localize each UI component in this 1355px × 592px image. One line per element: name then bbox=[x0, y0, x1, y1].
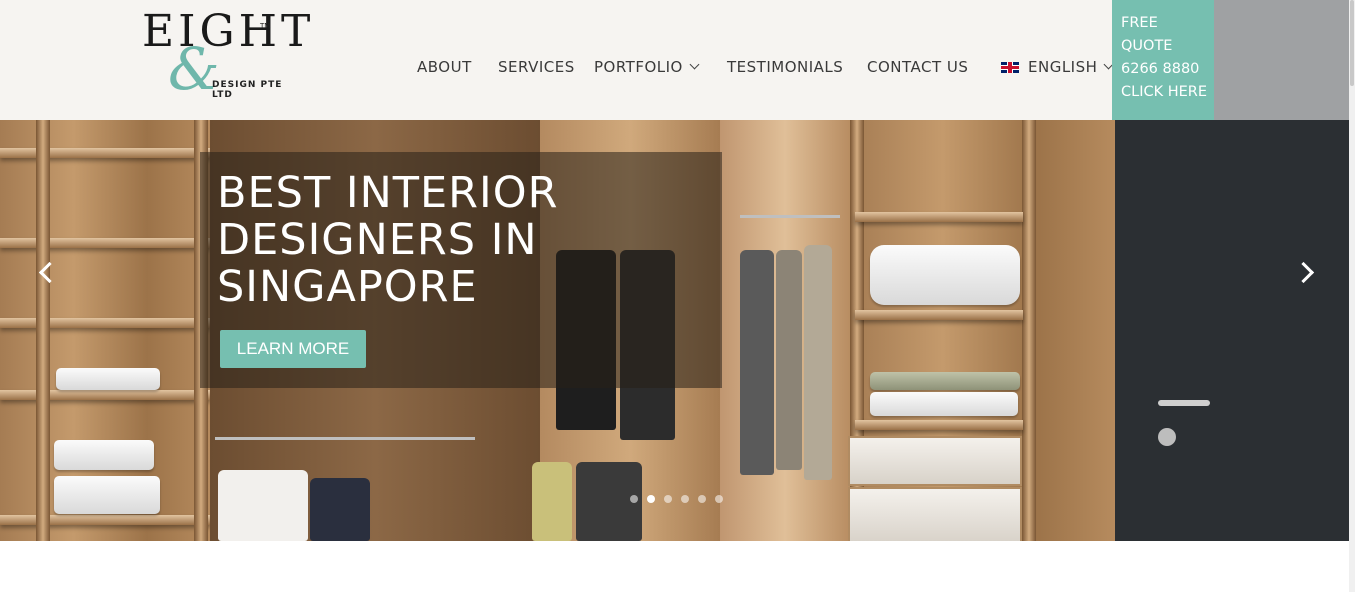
shelf bbox=[0, 390, 210, 400]
nav-item-label: TESTIMONIALS bbox=[727, 58, 844, 76]
nav-item-label: SERVICES bbox=[498, 58, 575, 76]
nav-item-services[interactable]: SERVICES bbox=[498, 58, 594, 78]
chevron-down-icon bbox=[689, 59, 700, 70]
shelf bbox=[855, 212, 1023, 222]
uk-flag-icon bbox=[1001, 62, 1019, 73]
shelf bbox=[855, 310, 1023, 320]
nav-item-contact-us[interactable]: CONTACT US bbox=[867, 58, 1001, 78]
quote-phone: 6266 8880 bbox=[1121, 61, 1200, 77]
folded-linen bbox=[54, 440, 154, 470]
quote-line: CLICK HERE bbox=[1121, 84, 1208, 100]
nav-item-label: CONTACT US bbox=[867, 58, 969, 76]
hero-headline: BEST INTERIOR DESIGNERS IN SINGAPORE bbox=[217, 170, 717, 311]
garment bbox=[776, 250, 802, 470]
post bbox=[36, 120, 50, 541]
headline-line: SINGAPORE bbox=[217, 262, 478, 312]
folded-linen bbox=[870, 372, 1020, 390]
shelf bbox=[0, 238, 210, 248]
main-nav: ABOUT SERVICES PORTFOLIO TESTIMONIALS CO… bbox=[417, 58, 1114, 78]
garment bbox=[804, 245, 832, 480]
quote-line: QUOTE bbox=[1121, 38, 1173, 54]
folded-linen bbox=[54, 476, 160, 514]
prev-slide-arrow-icon[interactable] bbox=[35, 260, 55, 284]
language-label: ENGLISH bbox=[1028, 58, 1098, 76]
shelf bbox=[0, 515, 210, 525]
garment bbox=[740, 250, 774, 475]
post bbox=[1022, 120, 1036, 541]
drawer bbox=[848, 487, 1022, 541]
nav-item-portfolio[interactable]: PORTFOLIO bbox=[594, 58, 727, 78]
drawer bbox=[848, 436, 1022, 486]
garment bbox=[310, 478, 370, 541]
door-handle bbox=[1158, 400, 1210, 406]
site-logo[interactable]: EIGHT & TM DESIGN PTE LTD bbox=[142, 10, 310, 110]
scrollbar-thumb[interactable] bbox=[1350, 0, 1354, 86]
logo-tagline: DESIGN PTE LTD bbox=[212, 80, 283, 100]
folded-linen bbox=[56, 368, 160, 390]
headline-line: BEST INTERIOR bbox=[217, 168, 559, 218]
nav-item-label: PORTFOLIO bbox=[594, 58, 683, 76]
learn-more-button[interactable]: LEARN MORE bbox=[220, 330, 366, 368]
quote-line: FREE bbox=[1121, 15, 1158, 31]
shelf bbox=[0, 318, 210, 328]
slide-caption: BEST INTERIOR DESIGNERS IN SINGAPORE LEA… bbox=[200, 152, 722, 388]
slide-dot[interactable] bbox=[664, 495, 672, 503]
garment bbox=[218, 470, 308, 541]
nav-item-about[interactable]: ABOUT bbox=[417, 58, 498, 78]
language-switcher[interactable]: ENGLISH bbox=[1001, 58, 1114, 78]
shelf bbox=[0, 148, 210, 158]
free-quote-button[interactable]: FREE QUOTE 6266 8880 CLICK HERE bbox=[1112, 0, 1214, 120]
rolled-towels bbox=[870, 245, 1020, 305]
headline-line: DESIGNERS IN bbox=[217, 215, 538, 265]
hanging-rod bbox=[740, 215, 840, 218]
slide-dot[interactable] bbox=[630, 495, 638, 503]
nav-item-testimonials[interactable]: TESTIMONIALS bbox=[727, 58, 867, 78]
slide-dot[interactable] bbox=[698, 495, 706, 503]
slide-dot[interactable] bbox=[715, 495, 723, 503]
logo-trademark: TM bbox=[260, 22, 271, 30]
nav-item-label: ABOUT bbox=[417, 58, 472, 76]
site-header: EIGHT & TM DESIGN PTE LTD ABOUT SERVICES… bbox=[0, 0, 1349, 120]
slide-dot[interactable] bbox=[647, 495, 655, 503]
slide-dot[interactable] bbox=[681, 495, 689, 503]
garment bbox=[532, 462, 572, 541]
shelf bbox=[855, 420, 1023, 430]
page-scrollbar[interactable] bbox=[1349, 0, 1355, 592]
door-lock bbox=[1158, 428, 1176, 446]
next-slide-arrow-icon[interactable] bbox=[1296, 260, 1316, 284]
folded-linen bbox=[870, 392, 1018, 416]
slide-pagination bbox=[630, 495, 723, 503]
hanging-rod bbox=[215, 437, 475, 440]
